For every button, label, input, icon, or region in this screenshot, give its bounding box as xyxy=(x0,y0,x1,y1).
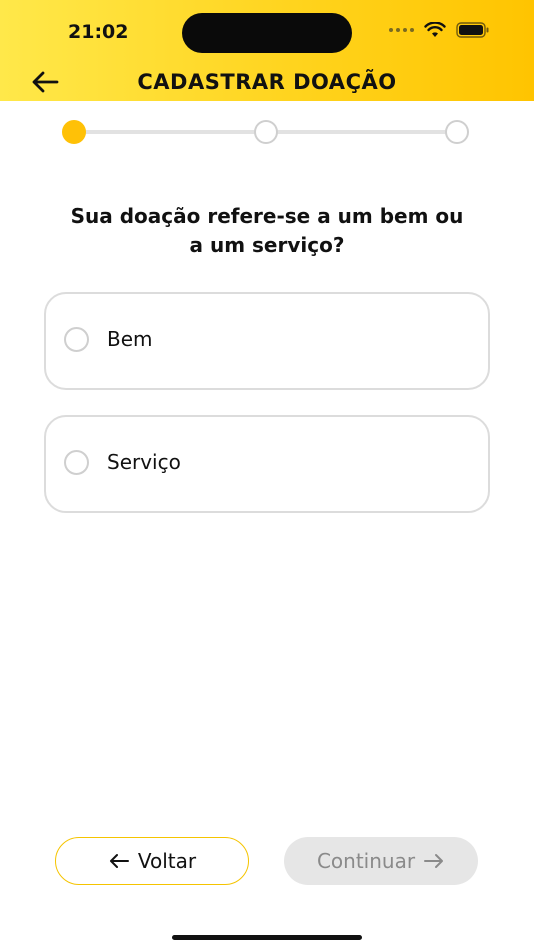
option-servico[interactable]: Serviço xyxy=(44,415,490,513)
wifi-icon xyxy=(424,22,446,37)
voltar-label: Voltar xyxy=(137,849,197,873)
step-2-indicator xyxy=(254,120,278,144)
page-title: CADASTRAR DOAÇÃO xyxy=(137,70,397,94)
voltar-button[interactable]: Voltar xyxy=(55,837,249,885)
status-icons xyxy=(389,22,490,38)
signal-dots-icon xyxy=(389,28,414,32)
step-1-indicator xyxy=(62,120,86,144)
status-time: 21:02 xyxy=(68,21,129,43)
dynamic-island xyxy=(182,13,352,53)
continuar-label: Continuar xyxy=(316,849,416,873)
continuar-button[interactable]: Continuar xyxy=(284,837,478,885)
question-text: Sua doação refere-se a um bem ou a um se… xyxy=(40,202,494,260)
option-bem-label: Bem xyxy=(107,327,153,351)
arrow-left-icon xyxy=(109,854,129,868)
question-line-2: a um serviço? xyxy=(189,233,345,257)
option-servico-label: Serviço xyxy=(107,450,181,474)
radio-bem[interactable] xyxy=(64,327,89,352)
progress-stepper xyxy=(62,119,472,145)
home-indicator xyxy=(172,935,362,940)
app-header: 21:02 CADASTRAR DOAÇÃO xyxy=(0,0,534,101)
step-3-indicator xyxy=(445,120,469,144)
option-bem[interactable]: Bem xyxy=(44,292,490,390)
arrow-right-icon xyxy=(424,854,444,868)
question-line-1: Sua doação refere-se a um bem ou xyxy=(70,204,464,228)
battery-icon xyxy=(456,22,489,38)
radio-servico[interactable] xyxy=(64,450,89,475)
